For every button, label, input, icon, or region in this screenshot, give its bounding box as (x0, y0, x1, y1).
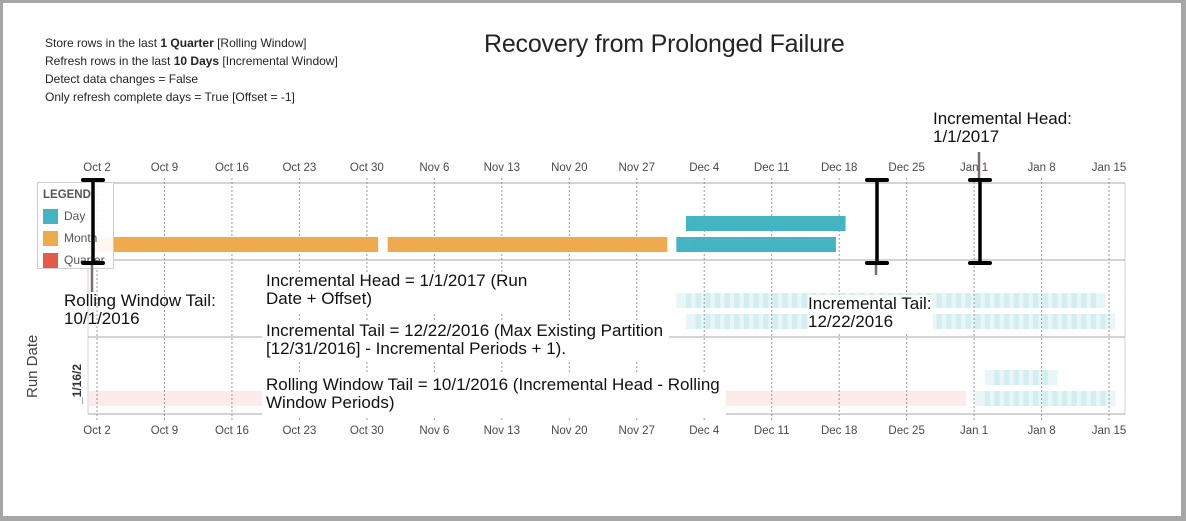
legend-item-quarter[interactable]: Quarter (43, 249, 113, 271)
x-tick-label-top: Jan 8 (1028, 162, 1056, 174)
x-tick-label-bottom: Nov 13 (484, 425, 520, 437)
day-partition (1100, 314, 1116, 329)
x-tick-label-bottom: Jan 1 (960, 425, 988, 437)
x-tick-label-bottom: Dec 11 (754, 425, 790, 437)
formula-incremental-head: Incremental Head = 1/1/2017 (Run Date + O… (262, 272, 534, 312)
legend[interactable]: LEGEND Day Month Quarter (37, 182, 114, 269)
incremental-head-label: Incremental Head: 1/1/2017 (933, 109, 1072, 146)
x-tick-label-top: Oct 16 (215, 162, 249, 174)
legend-swatch-quarter (43, 252, 58, 268)
x-tick-label-bottom: Nov 20 (551, 425, 587, 437)
x-tick-label-top: Jan 15 (1092, 162, 1127, 174)
x-tick-label-bottom: Oct 9 (151, 425, 178, 437)
x-tick-label-top: Dec 18 (821, 162, 857, 174)
formula-incremental-tail: Incremental Tail = 12/22/2016 (Max Exist… (262, 320, 670, 362)
x-tick-label-bottom: Oct 30 (350, 425, 384, 437)
x-tick-label-top: Jan 1 (960, 162, 988, 174)
y-category-label: _1/16/2 (70, 363, 84, 404)
day-partition (1042, 370, 1058, 385)
x-tick-label-top: Dec 25 (888, 162, 924, 174)
x-tick-label-bottom: Dec 25 (888, 425, 924, 437)
day-partition (1090, 293, 1106, 308)
x-tick-label-top: Oct 2 (83, 162, 110, 174)
incremental-tail-label: Incremental Tail: 12/22/2016 (808, 294, 934, 333)
day-partition (820, 237, 836, 252)
x-tick-label-top: Nov 6 (419, 162, 449, 174)
month-bar (89, 237, 379, 252)
x-tick-label-bottom: Oct 2 (83, 425, 110, 437)
x-tick-label-bottom: Oct 16 (215, 425, 249, 437)
y-axis-title: Run Date (24, 334, 41, 398)
x-tick-label-top: Nov 20 (551, 162, 587, 174)
day-partition (830, 216, 846, 231)
legend-swatch-month (43, 230, 58, 246)
x-tick-label-top: Dec 4 (689, 162, 720, 174)
x-tick-label-bottom: Nov 27 (619, 425, 655, 437)
legend-title: LEGEND (43, 189, 91, 201)
x-tick-label-top: Dec 11 (754, 162, 790, 174)
x-tick-label-top: Nov 27 (619, 162, 655, 174)
x-tick-label-bottom: Nov 6 (419, 425, 449, 437)
x-tick-label-bottom: Jan 8 (1028, 425, 1056, 437)
gantt-chart[interactable]: Oct 2 Oct 9 Oct 16 Oct 23 Oct 30 Nov 6 Nov 13 N… (0, 0, 1186, 521)
x-tick-label-bottom: Dec 18 (821, 425, 857, 437)
x-tick-label-top: Oct 9 (151, 162, 178, 174)
x-tick-label-bottom: Dec 4 (689, 425, 720, 437)
day-partition (1100, 391, 1116, 406)
x-tick-label-top: Nov 13 (484, 162, 520, 174)
legend-item-month[interactable]: Month (43, 227, 113, 249)
x-tick-label-bottom: Oct 23 (282, 425, 316, 437)
bottom-axis: Oct 2 Oct 9 Oct 16 Oct 23 Oct 30 Nov 6 Nov 13 N… (83, 425, 1126, 437)
month-bar (387, 237, 668, 252)
rolling-window-tail-label: Rolling Window Tail: 10/1/2016 (64, 291, 216, 328)
x-tick-label-top: Oct 23 (282, 162, 316, 174)
legend-swatch-day (43, 208, 58, 224)
x-tick-label-top: Oct 30 (350, 162, 384, 174)
top-axis: Oct 2 Oct 9 Oct 16 Oct 23 Oct 30 Nov 6 Nov 13 N… (83, 162, 1126, 174)
x-tick-label-bottom: Jan 15 (1092, 425, 1127, 437)
legend-item-day[interactable]: Day (43, 205, 113, 227)
formula-rolling-window-tail: Rolling Window Tail = 10/1/2016 (Increme… (262, 374, 726, 416)
